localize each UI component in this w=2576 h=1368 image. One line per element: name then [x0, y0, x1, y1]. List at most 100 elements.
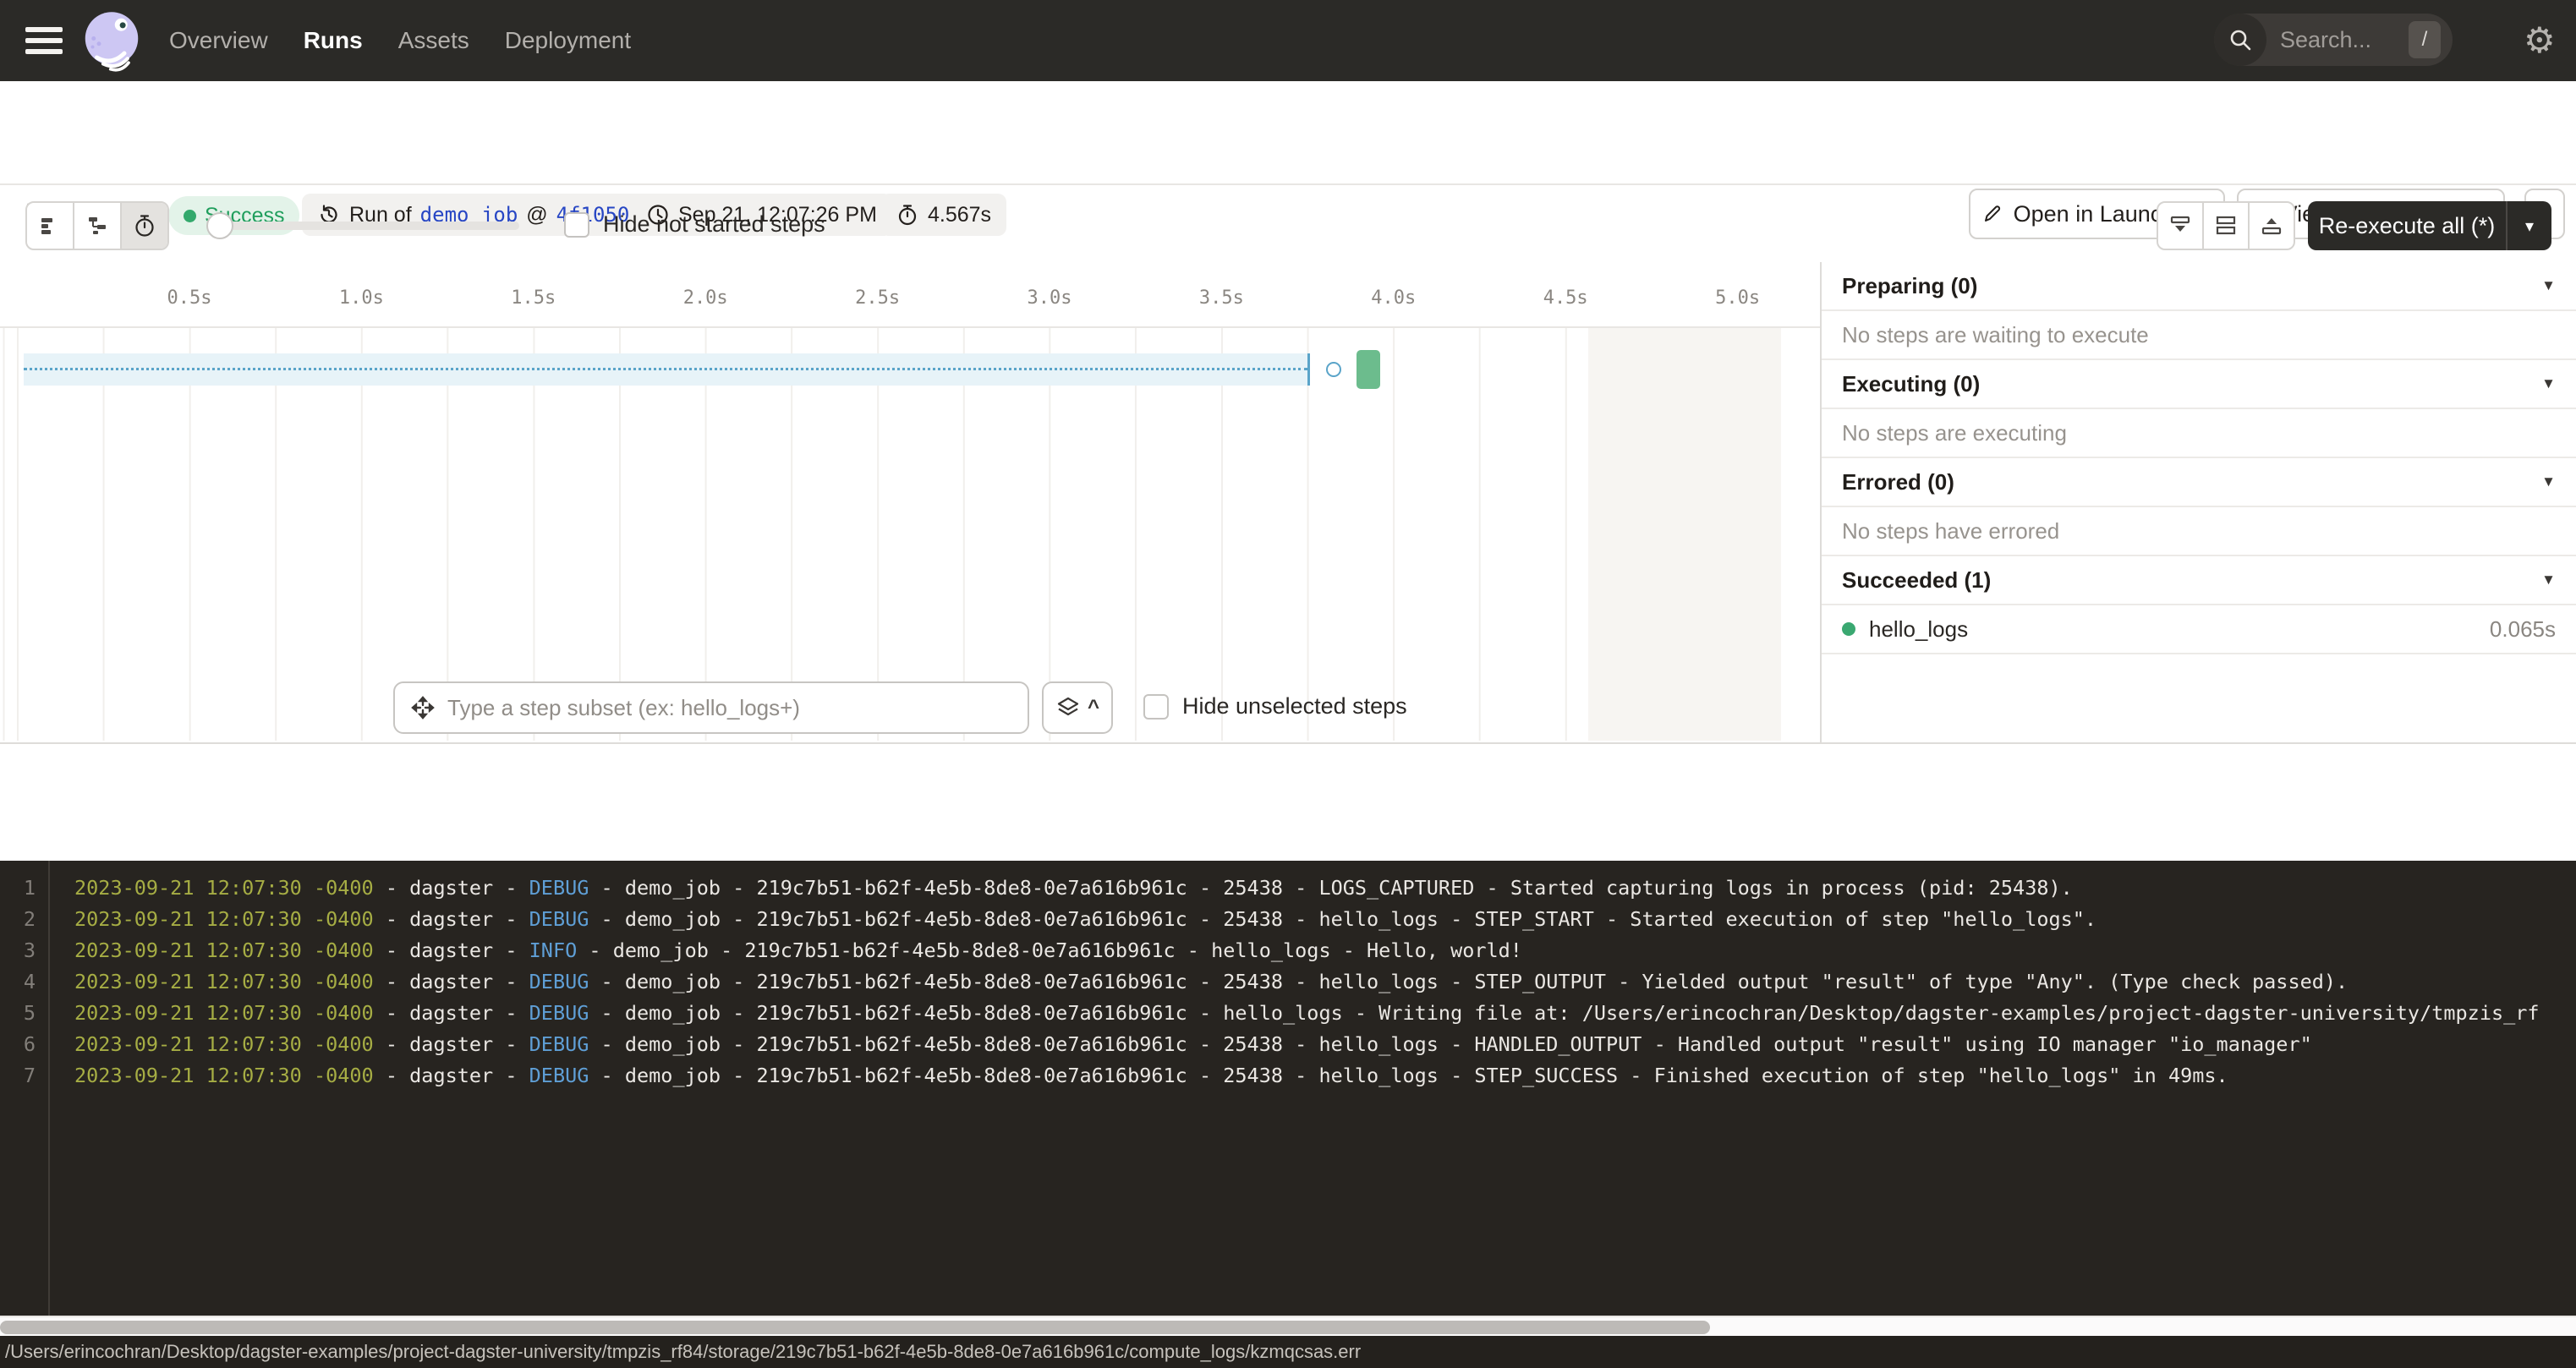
step-duration: 0.065s	[2490, 616, 2556, 643]
duration-label: 4.567s	[928, 203, 991, 227]
panel-section-header[interactable]: Succeeded (1)▼	[1822, 556, 2576, 605]
stopwatch-view-icon	[132, 213, 157, 238]
panel-section-header[interactable]: Errored (0)▼	[1822, 458, 2576, 507]
axis-tick: 3.5s	[1199, 287, 1244, 309]
log-line-text: 2023-09-21 12:07:30 -0400 - dagster - DE…	[74, 1029, 2312, 1060]
timed-view-button[interactable]	[122, 203, 167, 249]
flat-gantt-icon	[37, 213, 63, 238]
split-panels-button[interactable]	[2204, 203, 2250, 249]
dagster-logo-icon[interactable]	[78, 7, 145, 74]
collapse-down-icon	[2168, 213, 2193, 238]
panel-section-title: Executing (0)	[1842, 371, 2541, 397]
line-number: 7	[0, 1060, 36, 1092]
scrollbar-thumb[interactable]	[0, 1321, 1710, 1334]
reexecute-all-label: Re-execute all (*)	[2308, 213, 2506, 239]
panel-layout-group	[2157, 201, 2295, 250]
top-nav: Overview Runs Assets Deployment Search... /…	[0, 0, 2576, 81]
run-header: 219c7b51 Success Run of demo_job @ 4f105…	[0, 81, 2576, 185]
panel-section-header[interactable]: Executing (0)▼	[1822, 360, 2576, 409]
step-bar-hello-logs[interactable]	[1357, 350, 1380, 389]
duration-pill: 4.567s	[880, 194, 1006, 236]
panel-empty-text: No steps are waiting to execute	[1842, 322, 2149, 348]
reexecute-all-button[interactable]: Re-execute all (*) ▾	[2308, 201, 2551, 250]
step-marker-circle[interactable]	[1326, 362, 1341, 377]
layers-icon	[1055, 695, 1081, 720]
nav-links: Overview Runs Assets Deployment	[169, 0, 631, 81]
step-success-dot-icon	[1842, 622, 1855, 636]
stopwatch-icon	[896, 203, 919, 227]
time-axis: 0.5s1.0s1.5s2.0s2.5s3.0s3.5s4.0s4.5s5.0s	[0, 262, 1820, 328]
line-number: 1	[0, 873, 36, 904]
hide-unselected-label: Hide unselected steps	[1182, 693, 1407, 720]
line-number: 3	[0, 935, 36, 966]
hide-not-started-checkbox[interactable]	[564, 212, 589, 238]
log-line-text: 2023-09-21 12:07:30 -0400 - dagster - DE…	[74, 873, 2073, 904]
flat-view-button[interactable]	[27, 203, 74, 249]
log-line-text: 2023-09-21 12:07:30 -0400 - dagster - DE…	[74, 1060, 2228, 1092]
expand-up-icon	[2259, 213, 2284, 238]
collapse-bottom-button[interactable]	[2158, 203, 2204, 249]
search-icon	[2214, 14, 2266, 66]
log-line: 22023-09-21 12:07:30 -0400 - dagster - D…	[0, 904, 2576, 935]
line-number: 4	[0, 966, 36, 998]
at-symbol: @	[526, 203, 547, 227]
log-path-bar: /Users/erincochran/Desktop/dagster-examp…	[0, 1336, 2576, 1368]
axis-tick: 3.0s	[1028, 287, 1072, 309]
line-number: 5	[0, 998, 36, 1029]
pencil-icon	[1981, 203, 2003, 225]
nav-link-deployment[interactable]: Deployment	[505, 27, 631, 54]
dagster-run-page: Overview Runs Assets Deployment Search... /…	[0, 0, 2576, 1368]
panel-section-title: Preparing (0)	[1842, 273, 2541, 299]
panel-section-header[interactable]: Preparing (0)▼	[1822, 262, 2576, 311]
log-line: 5 2023-09-21 12:07:30 -0400 - dagster - D…	[0, 998, 2576, 1029]
log-line-text: 2023-09-21 12:07:30 -0400 - dagster - IN…	[74, 935, 1522, 966]
step-name: hello_logs	[1869, 616, 2490, 643]
step-subset-placeholder: Type a step subset (ex: hello_logs+)	[447, 695, 800, 721]
panel-empty-text: No steps are executing	[1842, 420, 2067, 446]
raw-log-viewer: 1 2023-09-21 12:07:30 -0400 - dagster - D…	[0, 861, 2576, 1316]
log-line-text: 2023-09-21 12:07:30 -0400 - dagster - DE…	[74, 998, 2540, 1029]
caret-down-icon: ▼	[2541, 375, 2556, 392]
step-state-panel: Preparing (0)▼No steps are waiting to ex…	[1820, 262, 2576, 742]
op-selector-icon	[410, 695, 436, 720]
search-input[interactable]: Search... /	[2214, 14, 2453, 66]
status-dot-icon	[184, 210, 196, 222]
axis-tick: 4.0s	[1371, 287, 1416, 309]
log-line: 1 2023-09-21 12:07:30 -0400 - dagster - D…	[0, 873, 2576, 904]
panel-empty-text: No steps have errored	[1842, 518, 2059, 544]
caret-down-icon: ▼	[2541, 572, 2556, 588]
panel-empty-row: No steps have errored	[1822, 507, 2576, 556]
search-shortcut-key: /	[2409, 21, 2441, 58]
gantt-chart: 0.5s1.0s1.5s2.0s2.5s3.0s3.5s4.0s4.5s5.0s…	[0, 262, 1820, 742]
gantt-view-mode-group	[25, 201, 169, 250]
gear-icon[interactable]: ⚙	[2524, 19, 2556, 63]
succeeded-step-row[interactable]: hello_logs0.065s	[1822, 605, 2576, 654]
zoom-slider-handle[interactable]	[206, 212, 233, 239]
hide-not-started-row: Hide not started steps	[564, 211, 825, 238]
log-line: 4 2023-09-21 12:07:30 -0400 - dagster - D…	[0, 966, 2576, 998]
log-line-text: 2023-09-21 12:07:30 -0400 - dagster - DE…	[74, 966, 2348, 998]
log-line: 7 2023-09-21 12:07:30 -0400 - dagster - D…	[0, 1060, 2576, 1092]
run-end-shaded-region	[1588, 328, 1781, 741]
step-subset-input[interactable]: Type a step subset (ex: hello_logs+)	[393, 681, 1029, 734]
zoom-slider-track[interactable]	[213, 222, 519, 230]
waterfall-view-button[interactable]	[74, 203, 122, 249]
nav-link-overview[interactable]: Overview	[169, 27, 268, 54]
line-number: 6	[0, 1029, 36, 1060]
hide-unselected-checkbox[interactable]	[1143, 694, 1169, 720]
axis-tick: 1.5s	[511, 287, 556, 309]
expand-top-button[interactable]	[2250, 203, 2294, 249]
menu-icon[interactable]	[25, 27, 63, 54]
axis-tick: 2.0s	[683, 287, 728, 309]
axis-tick: 1.0s	[339, 287, 384, 309]
axis-tick: 5.0s	[1715, 287, 1760, 309]
waterfall-gantt-icon	[85, 213, 110, 238]
reexecute-caret-icon[interactable]: ▾	[2507, 216, 2551, 237]
log-horizontal-scrollbar	[0, 1316, 2576, 1336]
panel-empty-row: No steps are executing	[1822, 409, 2576, 458]
nav-link-assets[interactable]: Assets	[398, 27, 469, 54]
panel-empty-row: No steps are waiting to execute	[1822, 311, 2576, 360]
log-line-text: 2023-09-21 12:07:30 -0400 - dagster - DE…	[74, 904, 2096, 935]
apply-subset-button[interactable]: ^	[1042, 681, 1113, 734]
nav-link-runs[interactable]: Runs	[304, 27, 363, 54]
